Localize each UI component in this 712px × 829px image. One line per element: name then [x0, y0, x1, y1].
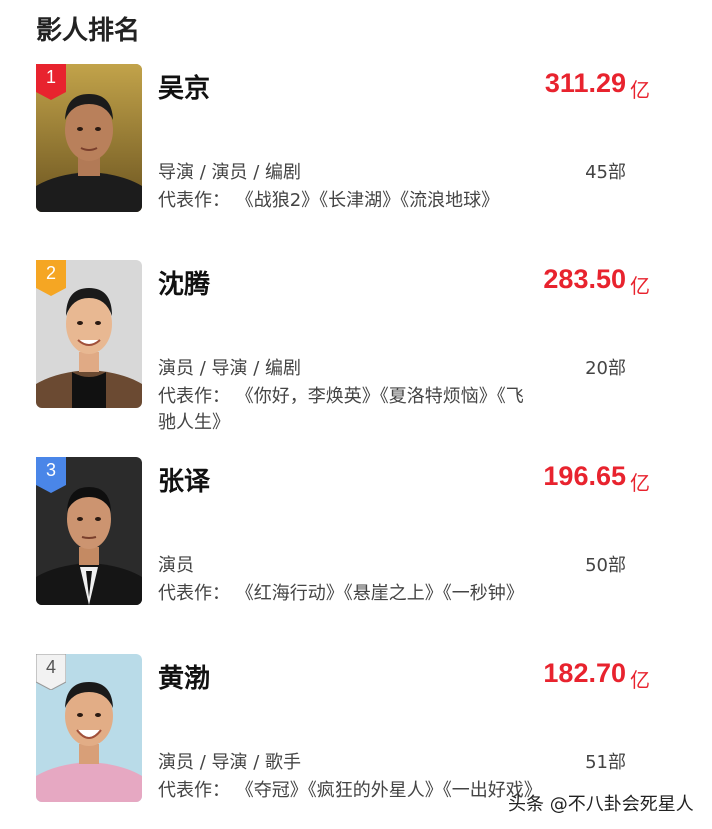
- box-office-unit: 亿: [630, 668, 650, 692]
- box-office-unit: 亿: [630, 471, 650, 495]
- representative-works: 代表作： 《战狼2》《长津湖》《流浪地球》: [158, 190, 500, 211]
- person-card-3[interactable]: 3 张译 196.65 亿 演员 50部 代表作： 《红海行动》《悬崖之上》《一…: [0, 457, 712, 627]
- box-office-unit: 亿: [630, 78, 650, 102]
- film-count: 50部: [585, 555, 626, 576]
- person-name: 吴京: [158, 74, 211, 104]
- representative-works: 代表作： 《红海行动》《悬崖之上》《一秒钟》: [158, 583, 524, 604]
- representative-works: 代表作： 《你好，李焕英》《夏洛特烦恼》《飞驰人生》: [158, 386, 524, 433]
- person-name: 黄渤: [158, 664, 211, 694]
- rank-badge: 1: [36, 64, 66, 100]
- box-office-value: 182.70: [543, 658, 626, 688]
- rank-badge: 3: [36, 457, 66, 493]
- film-count: 51部: [585, 752, 626, 773]
- person-card-2[interactable]: 2 沈腾 283.50 亿 演员 / 导演 / 编剧 20部 代表作： 《你好，…: [0, 260, 712, 433]
- film-count: 45部: [585, 162, 626, 183]
- person-roles: 演员 / 导演 / 编剧: [158, 358, 302, 379]
- person-roles: 演员: [158, 555, 194, 576]
- person-card-1[interactable]: 1 吴京 311.29 亿 导演 / 演员 / 编剧 45部 代表作： 《战狼2…: [0, 64, 712, 234]
- rank-badge: 2: [36, 260, 66, 296]
- representative-works: 代表作： 《夺冠》《疯狂的外星人》《一出好戏》: [158, 780, 542, 801]
- film-count: 20部: [585, 358, 626, 379]
- box-office-value: 311.29: [544, 68, 626, 98]
- box-office-value: 283.50: [543, 264, 626, 294]
- watermark: 头条 @不八卦会死星人: [508, 794, 694, 815]
- person-roles: 演员 / 导演 / 歌手: [158, 752, 302, 773]
- box-office-unit: 亿: [630, 274, 650, 298]
- rank-badge: 4: [36, 654, 66, 690]
- page-title: 影人排名: [36, 16, 141, 46]
- person-name: 沈腾: [158, 270, 211, 300]
- person-name: 张译: [158, 467, 211, 497]
- box-office-value: 196.65: [543, 461, 626, 491]
- person-roles: 导演 / 演员 / 编剧: [158, 162, 302, 183]
